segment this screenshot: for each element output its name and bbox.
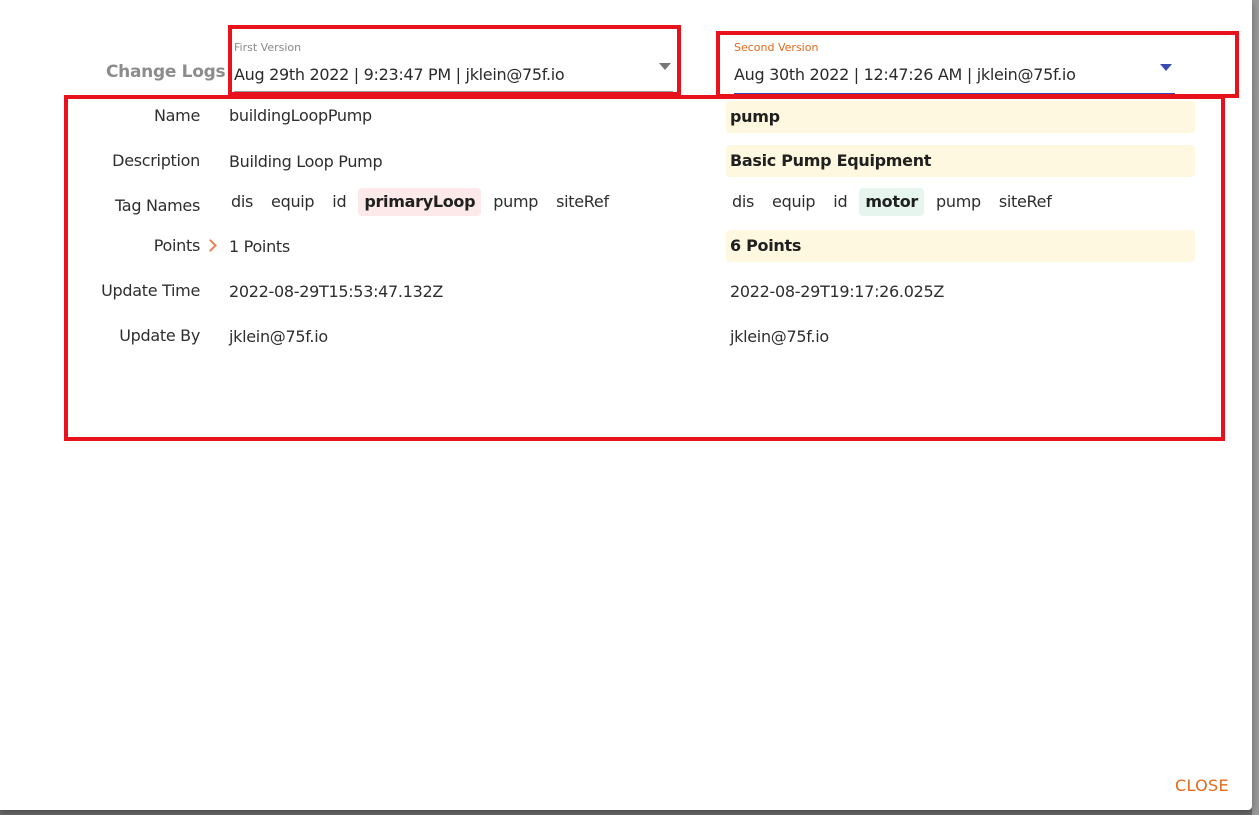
second-update-by-value: jklein@75f.io [730,327,829,346]
second-description-value: Basic Pump Equipment [726,145,1195,177]
second-version-select[interactable]: Second Version Aug 30th 2022 | 12:47:26 … [716,31,1239,98]
second-version-caption: Second Version [734,41,819,54]
first-update-time-value: 2022-08-29T15:53:47.132Z [229,282,444,301]
first-description-value: Building Loop Pump [229,152,383,171]
second-version-value: Aug 30th 2022 | 12:47:26 AM | jklein@75f… [734,65,1076,84]
tag-chip: pump [936,192,981,211]
first-name-value: buildingLoopPump [229,106,372,125]
first-points-value: 1 Points [229,237,290,256]
chevron-down-icon[interactable] [659,63,671,70]
update-time-label: Update Time [101,281,200,300]
first-version-select[interactable]: First Version Aug 29th 2022 | 9:23:47 PM… [228,25,681,96]
page-backdrop [1252,0,1259,815]
first-update-by-value: jklein@75f.io [229,327,328,346]
name-label: Name [153,106,200,125]
tag-chip: siteRef [556,192,609,211]
second-tag-list: dis equip id motor pump siteRef [726,188,1064,216]
update-by-label: Update By [119,326,200,345]
first-version-underline [234,91,673,92]
second-points-value: 6 Points [726,230,1195,262]
description-label: Description [112,151,200,170]
tag-chip: id [833,192,848,211]
tag-chip: dis [231,192,254,211]
tag-names-label: Tag Names [114,196,200,215]
first-tag-list: dis equip id primaryLoop pump siteRef [225,188,621,216]
second-version-underline [734,93,1175,94]
close-button[interactable]: CLOSE [1175,776,1229,795]
first-version-value: Aug 29th 2022 | 9:23:47 PM | jklein@75f.… [234,65,565,84]
tag-chip: dis [732,192,755,211]
tag-chip: pump [493,192,539,211]
first-version-caption: First Version [234,41,302,54]
points-label: Points [153,236,201,255]
removed-tag-chip: primaryLoop [358,188,482,216]
dialog-title: Change Logs [106,62,226,82]
chevron-down-icon[interactable] [1160,64,1172,71]
tag-chip: equip [772,192,816,211]
tag-chip: siteRef [998,192,1052,211]
second-update-time-value: 2022-08-29T19:17:26.025Z [730,282,945,301]
change-logs-dialog: Change Logs First Version Aug 29th 2022 … [0,0,1252,810]
added-tag-chip: motor [859,188,925,216]
tag-chip: equip [271,192,315,211]
tag-chip: id [332,192,347,211]
second-name-value: pump [726,101,1195,133]
